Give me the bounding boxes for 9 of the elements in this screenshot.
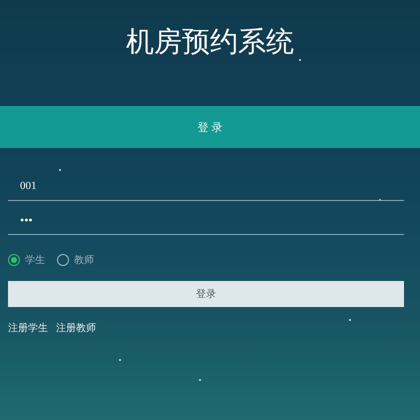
role-radio[interactable]: 学生: [8, 253, 45, 267]
login-button[interactable]: 登录: [8, 281, 404, 307]
register-link[interactable]: 注册学生: [8, 321, 48, 335]
username-field[interactable]: 001: [8, 180, 404, 201]
login-header: 登 录: [0, 106, 420, 148]
page-title: 机房预约系统: [125, 24, 295, 60]
password-field[interactable]: •••: [8, 213, 404, 235]
register-link[interactable]: 注册教师: [56, 321, 96, 335]
role-radio[interactable]: 教师: [57, 253, 94, 267]
